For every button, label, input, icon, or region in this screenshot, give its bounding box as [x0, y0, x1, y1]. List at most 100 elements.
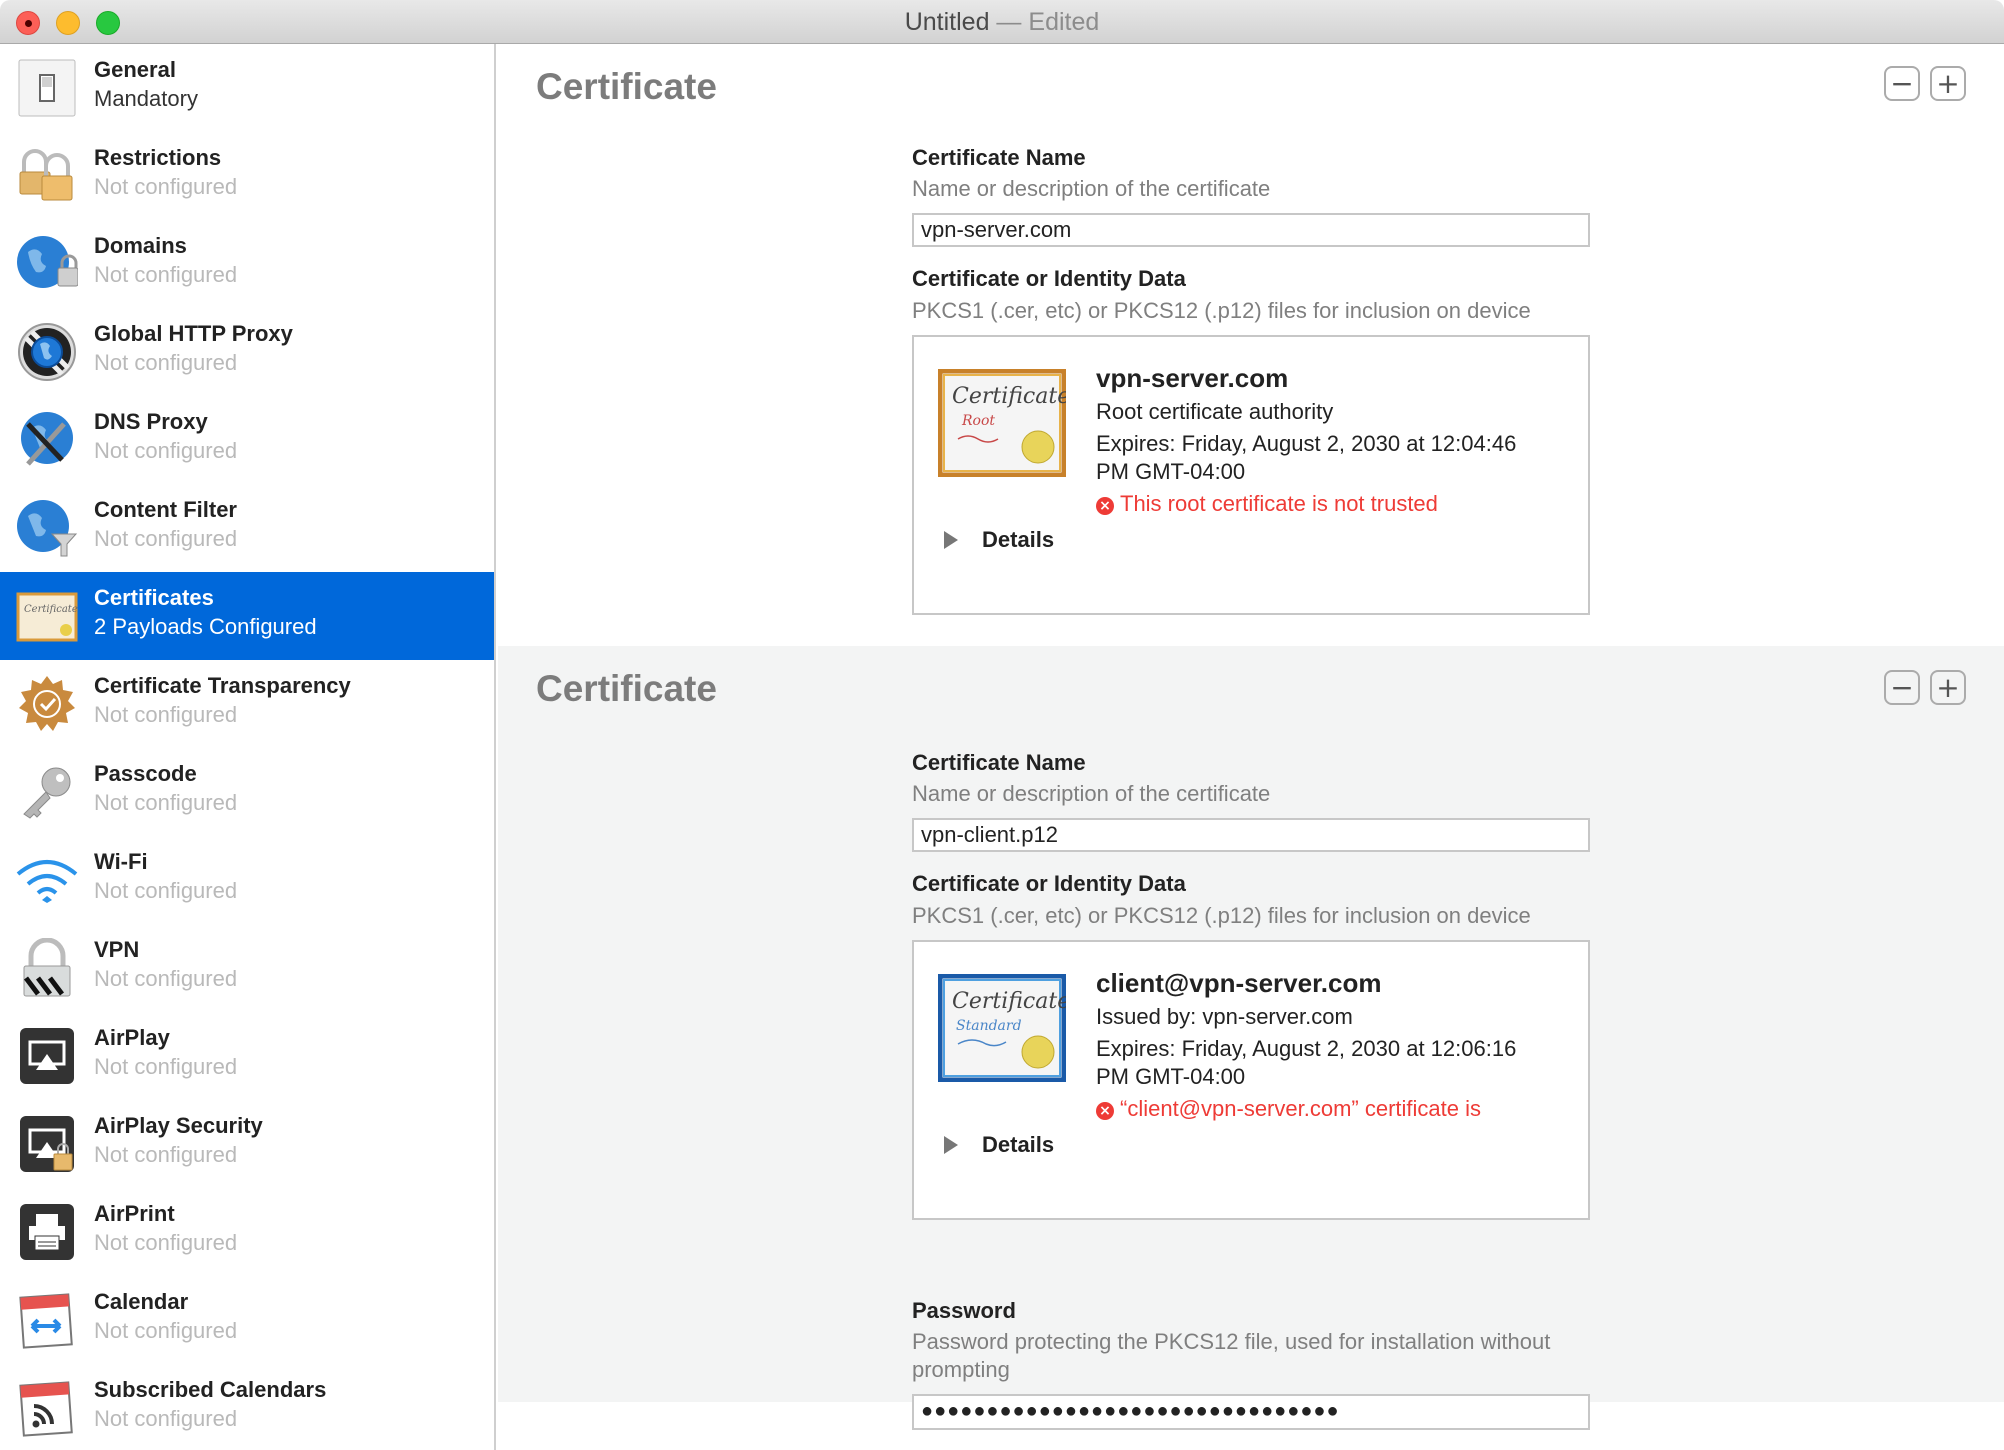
- airplay-lock-icon: [20, 1116, 74, 1172]
- sidebar-item-title: Calendar: [94, 1289, 189, 1314]
- sidebar-item-subtitle: Mandatory: [94, 86, 198, 111]
- sidebar-item-title: DNS Proxy: [94, 409, 208, 434]
- svg-text:Certificate: Certificate: [24, 604, 78, 615]
- certificate-trust-error: × “client@vpn-server.com” certificate is: [1096, 1096, 1481, 1122]
- payload-editor: Certificate − + Certificate Name Name or…: [498, 44, 2004, 1450]
- sidebar-item-subtitle: Not configured: [94, 1142, 238, 1167]
- sidebar-item-title: AirPlay: [94, 1025, 170, 1050]
- remove-payload-button[interactable]: −: [1884, 66, 1920, 101]
- certificate-error-text: This root certificate is not trusted: [1120, 491, 1438, 516]
- certificate-expiry-timezone: PM GMT-04:00: [1096, 459, 1246, 484]
- sidebar-item-subtitle: Not configured: [94, 1318, 238, 1343]
- sidebar-item-subtitle: Not configured: [94, 966, 238, 991]
- sidebar-item-airplay-security[interactable]: AirPlay Security Not configured: [0, 1100, 494, 1188]
- certificate-name-input[interactable]: vpn-client.p12: [912, 818, 1590, 852]
- cert-image-title: Certificate: [952, 989, 1066, 1014]
- certificate-error-text: “client@vpn-server.com” certificate is: [1120, 1096, 1481, 1121]
- certificate-name-description: Name or description of the certificate: [912, 781, 1271, 806]
- sidebar-item-subtitle: Not configured: [94, 790, 238, 815]
- sidebar-item-certificates[interactable]: Certificate Certificates 2 Payloads Conf…: [0, 572, 494, 660]
- sidebar-item-general[interactable]: General Mandatory: [0, 44, 494, 132]
- add-payload-button[interactable]: +: [1930, 670, 1966, 705]
- certificate-name-description: Name or description of the certificate: [912, 176, 1271, 201]
- certificate-subject: vpn-server.com: [1096, 363, 1289, 393]
- certificate-data-description: PKCS1 (.cer, etc) or PKCS12 (.p12) files…: [912, 298, 1531, 323]
- sidebar-item-subtitle: Not configured: [94, 174, 238, 199]
- title-bar: Untitled — Edited: [0, 0, 2004, 44]
- add-payload-button[interactable]: +: [1930, 66, 1966, 101]
- password-description: Password protecting the PKCS12 file, use…: [912, 1329, 1551, 1382]
- sidebar-item-wi-fi[interactable]: Wi-Fi Not configured: [0, 836, 494, 924]
- sidebar-item-title: Certificate Transparency: [94, 673, 351, 698]
- padlocks-icon: [19, 149, 73, 201]
- certificate-payload-1: Certificate − + Certificate Name Name or…: [498, 44, 2004, 646]
- disclosure-triangle-icon[interactable]: [944, 531, 958, 549]
- sidebar-item-subtitle: Not configured: [94, 1054, 238, 1079]
- sidebar-item-dns-proxy[interactable]: DNS Proxy Not configured: [0, 396, 494, 484]
- sidebar-item-subtitle: Not configured: [94, 438, 238, 463]
- sidebar-item-restrictions[interactable]: Restrictions Not configured: [0, 132, 494, 220]
- sidebar-item-airplay[interactable]: AirPlay Not configured: [0, 1012, 494, 1100]
- vpn-lock-icon: [23, 938, 71, 997]
- sidebar-item-title: AirPrint: [94, 1201, 175, 1226]
- disclosure-triangle-icon[interactable]: [944, 1136, 958, 1154]
- certificate-trust-error: × This root certificate is not trusted: [1096, 491, 1438, 517]
- error-x-icon: ×: [1096, 497, 1114, 515]
- details-disclosure[interactable]: Details: [944, 527, 1054, 553]
- sidebar-item-title: Content Filter: [94, 497, 237, 522]
- certificate-subject: client@vpn-server.com: [1096, 968, 1382, 998]
- sidebar-item-title: AirPlay Security: [94, 1113, 263, 1138]
- certificate-data-card[interactable]: Certificate Root vpn-server.com Root cer…: [912, 335, 1590, 615]
- sidebar-item-title: Restrictions: [94, 145, 222, 170]
- title-separator: —: [989, 8, 1029, 36]
- sidebar-item-airprint[interactable]: AirPrint Not configured: [0, 1188, 494, 1276]
- sidebar-item-title: General: [94, 57, 176, 82]
- sidebar-item-vpn[interactable]: VPN Not configured: [0, 924, 494, 1012]
- sidebar-item-certificate-transparency[interactable]: Certificate Transparency Not configured: [0, 660, 494, 748]
- sidebar-item-domains[interactable]: Domains Not configured: [0, 220, 494, 308]
- certificate-data-description: PKCS1 (.cer, etc) or PKCS12 (.p12) files…: [912, 903, 1531, 928]
- certificate-type: Root certificate authority: [1096, 399, 1334, 424]
- error-x-icon: ×: [1096, 1102, 1114, 1120]
- globe-funnel-icon: [17, 500, 78, 557]
- airplay-icon: [20, 1028, 74, 1084]
- certificate-icon: Certificate: [16, 592, 78, 642]
- details-label: Details: [982, 1132, 1055, 1157]
- wifi-icon: [16, 860, 78, 903]
- cert-image-kind: Standard: [956, 1018, 1022, 1034]
- certificate-data-card[interactable]: Certificate Standard client@vpn-server.c…: [912, 940, 1590, 1220]
- sidebar-item-content-filter[interactable]: Content Filter Not configured: [0, 484, 494, 572]
- certificate-expiry-timezone: PM GMT-04:00: [1096, 1064, 1246, 1089]
- sidebar-item-title: Global HTTP Proxy: [94, 321, 293, 346]
- details-disclosure[interactable]: Details: [944, 1132, 1054, 1158]
- sidebar-item-global-http-proxy[interactable]: Global HTTP Proxy Not configured: [0, 308, 494, 396]
- root-certificate-icon: Certificate Root: [938, 369, 1066, 477]
- sidebar-item-passcode[interactable]: Passcode Not configured: [0, 748, 494, 836]
- edited-status: Edited: [1028, 8, 1100, 36]
- password-input[interactable]: ●●●●●●●●●●●●●●●●●●●●●●●●●●●●●●●●: [912, 1394, 1590, 1430]
- sidebar-item-title: Wi-Fi: [94, 849, 148, 874]
- sidebar-item-subtitle: Not configured: [94, 526, 238, 551]
- window-title: Untitled — Edited: [0, 8, 2004, 37]
- cert-image-title: Certificate: [952, 384, 1066, 409]
- section-title: Certificate: [536, 66, 717, 107]
- proxy-globe-icon: [18, 323, 76, 381]
- switch-icon: [18, 59, 76, 117]
- sidebar-item-title: Certificates: [94, 585, 214, 610]
- certificate-expiry: Expires: Friday, August 2, 2030 at 12:06…: [1096, 1036, 1517, 1061]
- certificate-expiry: Expires: Friday, August 2, 2030 at 12:04…: [1096, 431, 1517, 456]
- sidebar-item-subtitle: Not configured: [94, 262, 238, 287]
- certificate-data-label: Certificate or Identity Data: [912, 871, 1186, 896]
- certificate-name-input[interactable]: vpn-server.com: [912, 213, 1590, 247]
- certificate-data-label: Certificate or Identity Data: [912, 266, 1186, 291]
- printer-icon: [20, 1204, 74, 1260]
- remove-payload-button[interactable]: −: [1884, 670, 1920, 705]
- calendar-rss-icon: [19, 1381, 73, 1437]
- sidebar-item-subtitle: Not configured: [94, 350, 238, 375]
- sidebar-item-calendar[interactable]: Calendar Not configured: [0, 1276, 494, 1364]
- sidebar-item-subtitle: Not configured: [94, 1230, 238, 1255]
- sidebar-item-subscribed-calendars[interactable]: Subscribed Calendars Not configured: [0, 1364, 494, 1450]
- globe-tools-icon: [21, 412, 73, 466]
- document-name: Untitled: [904, 8, 990, 36]
- details-label: Details: [982, 527, 1055, 552]
